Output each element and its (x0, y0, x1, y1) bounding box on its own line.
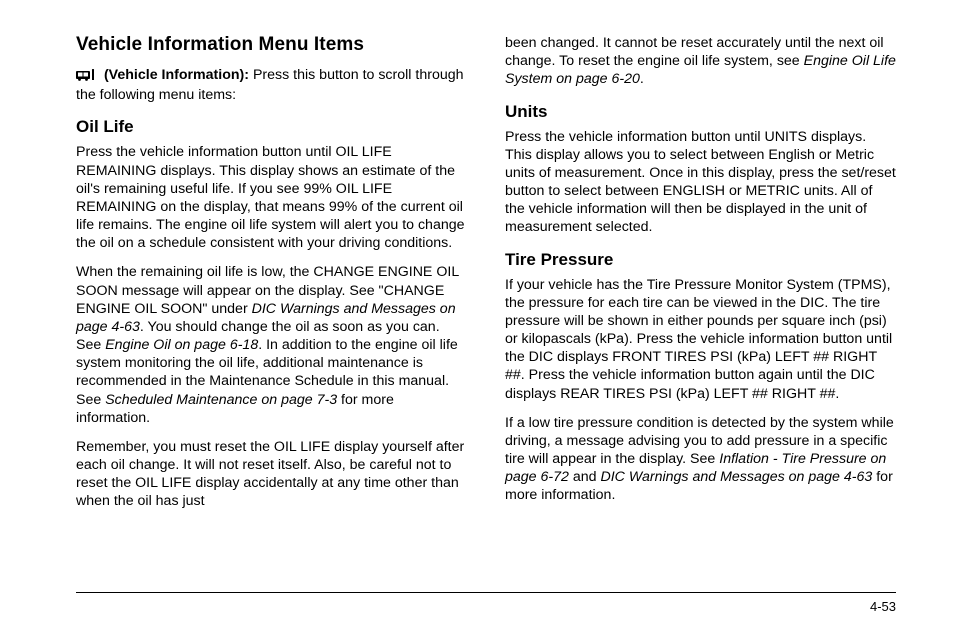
units-heading: Units (505, 102, 896, 122)
manual-page: Vehicle Information Menu Items (Vehicle … (0, 0, 954, 638)
text: . (640, 71, 644, 87)
ref-engine-oil: Engine Oil on page 6-18 (105, 337, 258, 353)
tire-p2: If a low tire pressure condition is dete… (505, 414, 896, 505)
text: and (569, 469, 601, 485)
oil-life-p1: Press the vehicle information button unt… (76, 143, 467, 252)
lead-paragraph: (Vehicle Information): Press this button… (76, 66, 467, 104)
oil-life-p3: Remember, you must reset the OIL LIFE di… (76, 438, 467, 511)
tire-p1: If your vehicle has the Tire Pressure Mo… (505, 276, 896, 403)
units-p: Press the vehicle information button unt… (505, 128, 896, 237)
right-column: been changed. It cannot be reset accurat… (505, 34, 896, 511)
section-heading: Vehicle Information Menu Items (76, 34, 467, 56)
oil-life-continued: been changed. It cannot be reset accurat… (505, 34, 896, 89)
two-column-layout: Vehicle Information Menu Items (Vehicle … (76, 34, 896, 511)
page-number: 4-53 (870, 599, 896, 614)
vehicle-info-icon (76, 68, 98, 86)
page-footer: 4-53 (76, 592, 896, 614)
tire-pressure-heading: Tire Pressure (505, 250, 896, 270)
ref-dic-warnings-2: DIC Warnings and Messages on page 4-63 (600, 469, 872, 485)
oil-life-heading: Oil Life (76, 117, 467, 137)
ref-scheduled-maintenance: Scheduled Maintenance on page 7-3 (105, 392, 337, 408)
left-column: Vehicle Information Menu Items (Vehicle … (76, 34, 467, 511)
oil-life-p2: When the remaining oil life is low, the … (76, 263, 467, 427)
footer-line: 4-53 (76, 592, 896, 614)
lead-label: (Vehicle Information): (104, 67, 249, 83)
